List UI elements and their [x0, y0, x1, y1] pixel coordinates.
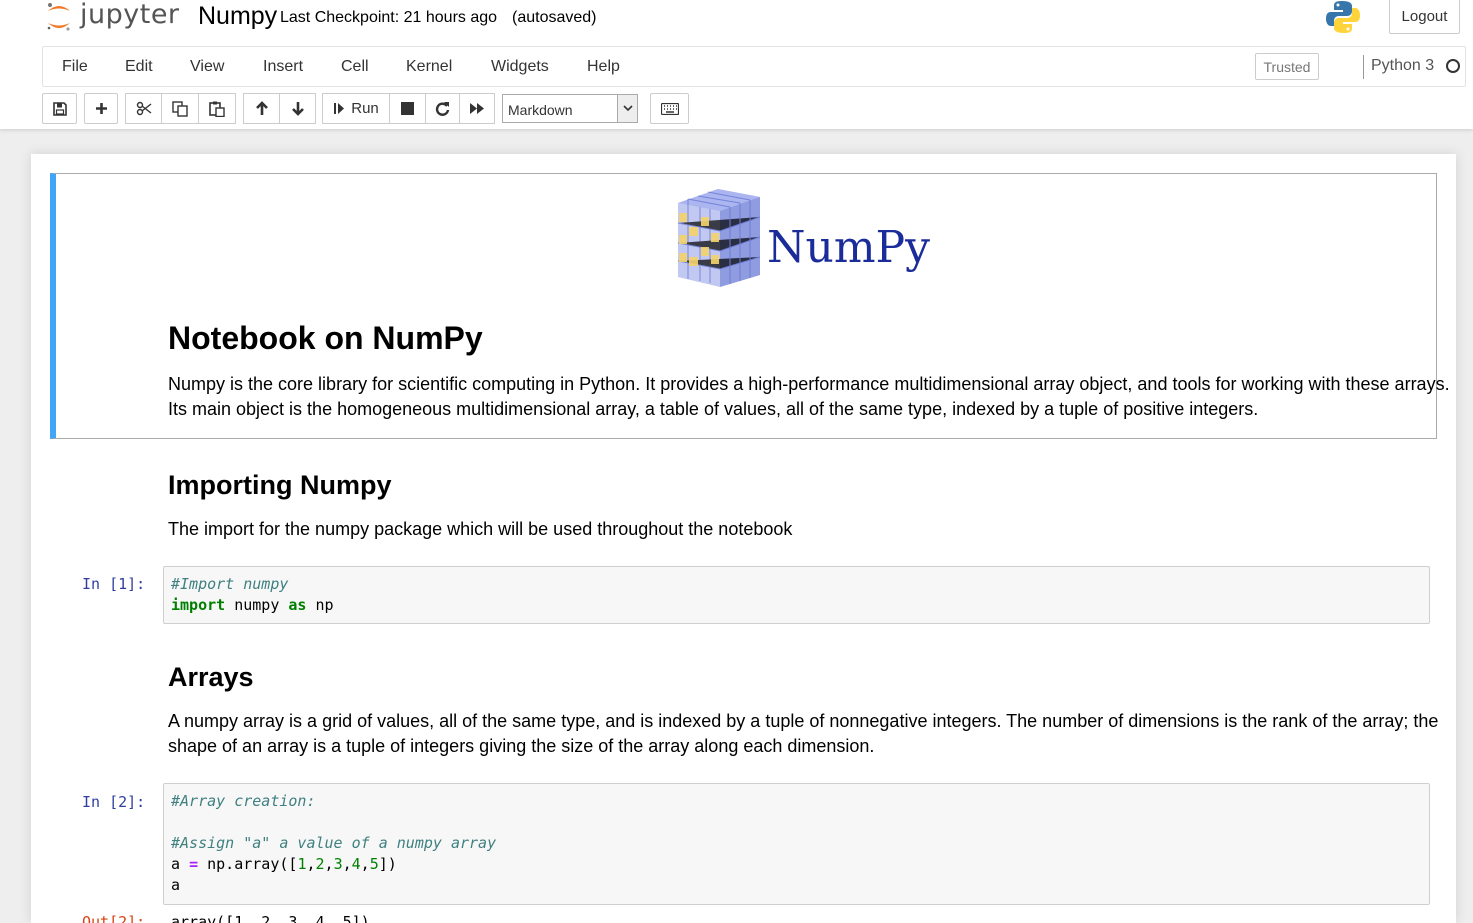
run-all-button[interactable] [459, 93, 495, 124]
trusted-indicator[interactable]: Trusted [1255, 53, 1319, 80]
menu-kernel[interactable]: Kernel [406, 58, 452, 76]
copy-icon [172, 100, 188, 117]
notebook-title: Notebook on NumPy [168, 320, 483, 356]
menu-insert[interactable]: Insert [263, 58, 303, 76]
numpy-logo-text: NumPy [767, 222, 931, 273]
code-var: a [171, 855, 190, 873]
python-logo-icon [1326, 1, 1360, 33]
code-module: numpy [225, 596, 289, 614]
menu-cell[interactable]: Cell [341, 58, 369, 76]
intro-paragraph-line1: Numpy is the core library for scientific… [168, 374, 1450, 394]
menu-edit[interactable]: Edit [125, 58, 153, 76]
arrow-down-icon [291, 102, 304, 116]
stop-icon [401, 102, 414, 115]
logout-button[interactable]: Logout [1389, 0, 1460, 34]
numpy-cube-logo [677, 189, 761, 287]
menu-view[interactable]: View [190, 58, 224, 76]
menu-widgets[interactable]: Widgets [491, 58, 549, 76]
scissors-icon [136, 101, 151, 116]
keyword-as: as [288, 596, 307, 614]
cell-2-output-prompt: Out[2]: [82, 913, 146, 923]
cell-2-prompt: In [2]: [82, 793, 146, 811]
insert-cell-button[interactable] [84, 93, 118, 124]
save-icon [52, 101, 67, 116]
fast-forward-icon [470, 103, 484, 114]
code-last-line: a [171, 876, 181, 894]
importing-heading: Importing Numpy [168, 470, 392, 500]
cell-type-select[interactable]: Markdown [502, 94, 638, 123]
code-number: 2 [315, 855, 325, 873]
kernel-idle-indicator-icon [1446, 59, 1460, 73]
code-cell-2[interactable]: #Array creation: #Assign "a" a value of … [163, 783, 1430, 905]
intro-paragraph-line2: Its main object is the homogeneous multi… [168, 399, 1259, 419]
paste-icon [209, 101, 225, 117]
importing-paragraph: The import for the numpy package which w… [168, 519, 793, 539]
code-number: 3 [333, 855, 343, 873]
arrays-paragraph-line2: shape of an array is a tuple of integers… [168, 736, 875, 756]
menu-help[interactable]: Help [587, 58, 620, 76]
restart-button[interactable] [425, 93, 460, 124]
command-palette-button[interactable] [650, 93, 689, 124]
code-comment: #Import numpy [171, 575, 289, 593]
arrays-heading: Arrays [168, 662, 254, 692]
move-down-button[interactable] [279, 93, 316, 124]
notebook-name[interactable]: Numpy [198, 2, 277, 31]
code-cell-1[interactable]: #Import numpy import numpy as np [163, 566, 1430, 624]
code-number: 1 [297, 855, 307, 873]
save-button[interactable] [42, 93, 77, 124]
arrays-paragraph-line1: A numpy array is a grid of values, all o… [168, 711, 1439, 731]
chevron-down-icon [617, 95, 637, 122]
run-label: Run [351, 100, 379, 117]
code-call: np.array([ [198, 855, 298, 873]
notebook-header: jupyter Numpy Last Checkpoint: 21 hours … [0, 0, 1473, 129]
move-up-button[interactable] [243, 93, 280, 124]
code-comment: #Array creation: [171, 792, 316, 810]
cut-button[interactable] [125, 93, 162, 124]
code-operator: = [189, 855, 199, 873]
paste-button[interactable] [198, 93, 236, 124]
code-alias: np [306, 596, 334, 614]
cell-type-value: Markdown [508, 102, 573, 118]
keyword-import: import [171, 596, 226, 614]
kernel-separator [1363, 55, 1364, 79]
code-comment: #Assign "a" a value of a numpy array [171, 834, 497, 852]
keyboard-icon [660, 102, 679, 115]
arrow-up-icon [255, 101, 268, 115]
menu-file[interactable]: File [62, 58, 88, 76]
run-button[interactable]: Run [322, 93, 390, 124]
step-icon [334, 103, 345, 114]
jupyter-ring-icon [47, 3, 70, 31]
code-number: 4 [351, 855, 361, 873]
menu-bar: File Edit View Insert Cell Kernel Widget… [42, 46, 1466, 87]
plus-icon [95, 103, 107, 114]
checkpoint-status: Last Checkpoint: 21 hours ago [280, 9, 498, 26]
kernel-name: Python 3 [1371, 57, 1435, 74]
interrupt-button[interactable] [389, 93, 426, 124]
cell-1-prompt: In [1]: [82, 575, 146, 593]
notebook-container: NumPy Notebook on NumPy Numpy is the cor… [31, 154, 1456, 923]
autosave-status: (autosaved) [512, 9, 597, 26]
code-number: 5 [369, 855, 379, 873]
jupyter-logo[interactable]: jupyter [46, 0, 180, 34]
code-close: ]) [378, 855, 397, 873]
copy-button[interactable] [161, 93, 199, 124]
jupyter-wordmark: jupyter [80, 0, 180, 30]
restart-icon [435, 102, 450, 116]
cell-2-output: array([1, 2, 3, 4, 5]) [171, 913, 370, 923]
